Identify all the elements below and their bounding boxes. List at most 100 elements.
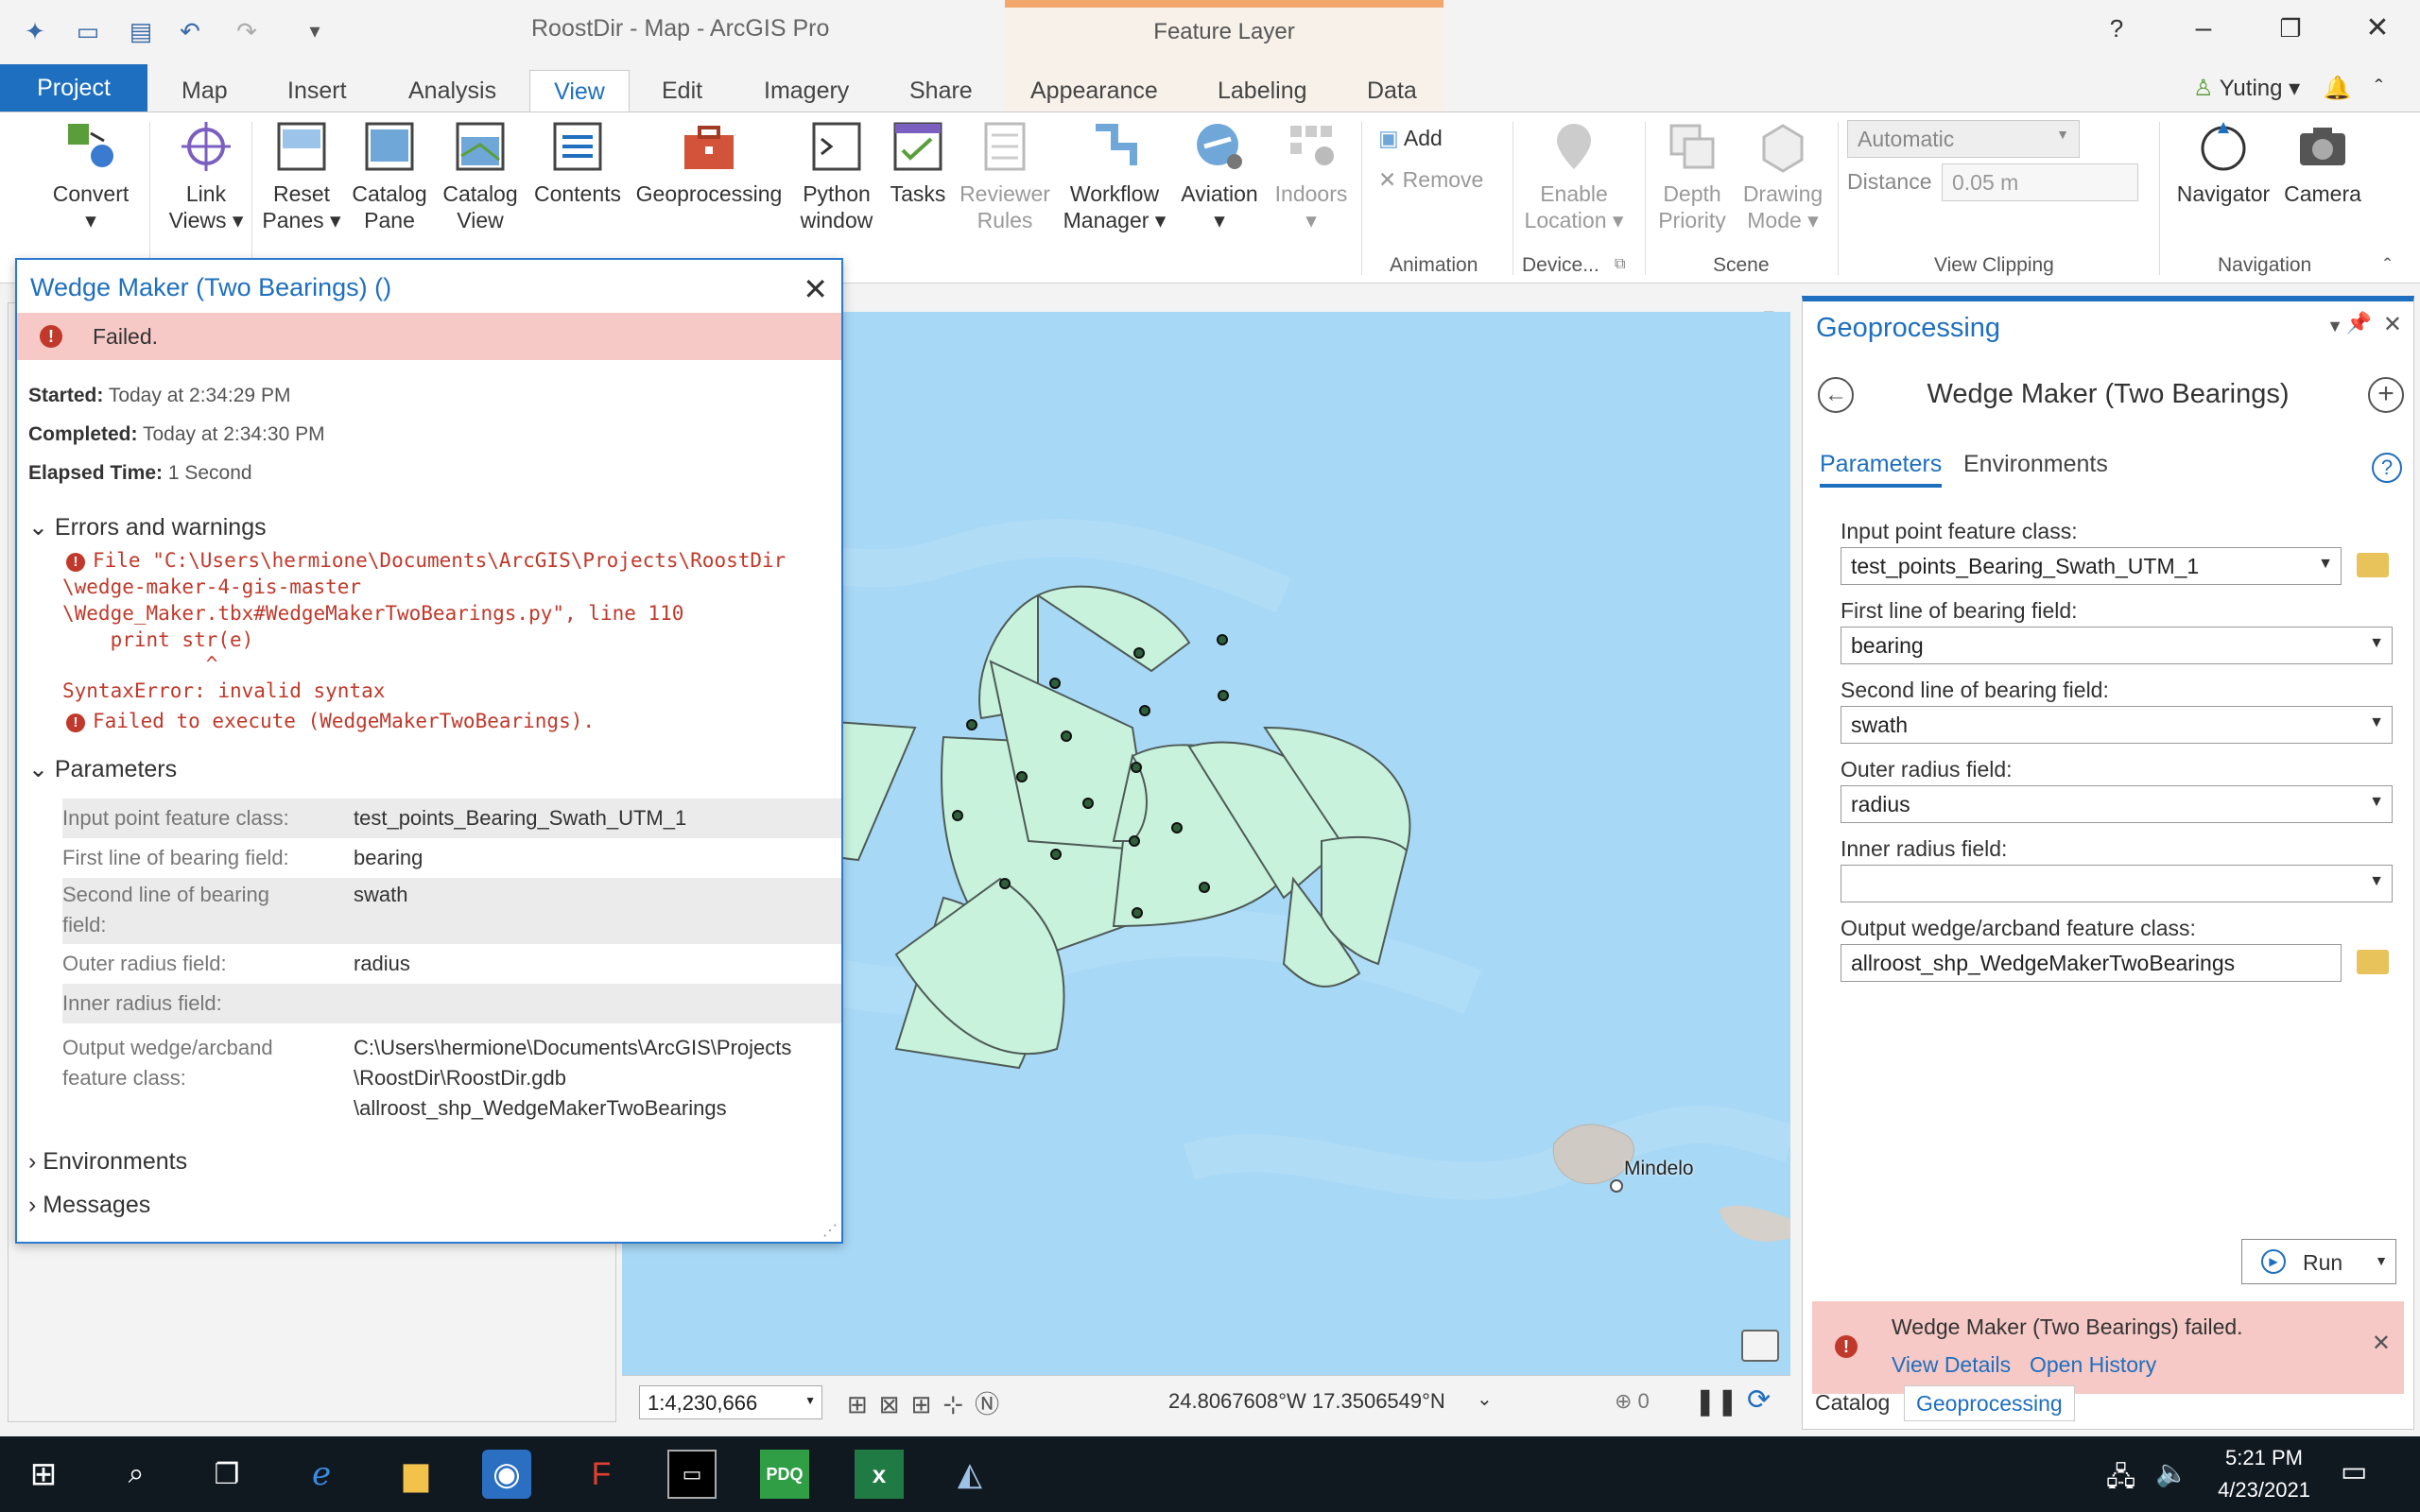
open-project-icon[interactable]: ▭ xyxy=(72,15,104,47)
aviation-button[interactable]: Aviation ▾ xyxy=(1172,118,1267,233)
environments-section-toggle[interactable]: › Environments xyxy=(28,1148,187,1176)
tab-project[interactable]: Project xyxy=(0,64,147,112)
add-icon[interactable]: + xyxy=(2368,377,2404,413)
coordinate-format-chevron-icon[interactable]: ⌄ xyxy=(1477,1387,1493,1411)
catalog-view-button[interactable]: Catalog View xyxy=(435,118,526,233)
undo-icon[interactable]: ↶ xyxy=(174,15,206,47)
python-window-button[interactable]: Python window xyxy=(790,118,883,233)
filezilla-icon[interactable]: F xyxy=(577,1450,626,1499)
run-button[interactable]: ▶ Run ▼ xyxy=(2241,1239,2396,1284)
tab-map[interactable]: Map xyxy=(168,70,241,112)
depth-priority-button[interactable]: Depth Priority xyxy=(1651,118,1734,233)
map-legend-icon[interactable] xyxy=(1741,1330,1779,1362)
indoors-button[interactable]: Indoors ▾ xyxy=(1267,118,1356,233)
pane-close-icon[interactable]: ✕ xyxy=(2383,311,2402,338)
tab-share[interactable]: Share xyxy=(896,70,986,112)
tab-edit[interactable]: Edit xyxy=(648,70,716,112)
task-view-icon[interactable]: ❐ xyxy=(202,1450,251,1499)
clipping-mode-select[interactable]: Automatic ▼ xyxy=(1847,120,2080,158)
snapping-tools[interactable]: ⊞⊠⊞⊹Ⓝ xyxy=(847,1385,1011,1420)
messages-section-toggle[interactable]: › Messages xyxy=(28,1192,150,1219)
clock-date[interactable]: 4/23/2021 xyxy=(2203,1478,2325,1503)
add-keyframe-button[interactable]: ▣ Add xyxy=(1378,126,1443,151)
network-icon[interactable]: 🖧 xyxy=(2106,1457,2135,1503)
help-icon[interactable]: ? xyxy=(2372,453,2402,483)
browse-folder-icon[interactable] xyxy=(2357,950,2389,974)
contents-button[interactable]: Contents xyxy=(527,118,628,207)
drawing-mode-button[interactable]: Drawing Mode ▾ xyxy=(1734,118,1832,233)
catalog-pane-button[interactable]: Catalog Pane xyxy=(344,118,435,233)
dialog-close-button[interactable]: ✕ xyxy=(803,271,828,307)
tasks-button[interactable]: Tasks xyxy=(883,118,953,207)
pane-menu-icon[interactable]: ▼ xyxy=(2326,317,2343,336)
arcgis-pro-icon[interactable]: ◉ xyxy=(482,1450,531,1499)
resize-grip-icon[interactable]: ⋰ xyxy=(822,1221,838,1240)
geoprocessing-button[interactable]: Geoprocessing xyxy=(631,118,786,207)
tab-catalog[interactable]: Catalog xyxy=(1804,1385,1901,1419)
second-bearing-select[interactable]: swath ▼ xyxy=(1841,706,2393,744)
reset-panes-button[interactable]: Reset Panes ▾ xyxy=(259,118,344,233)
tab-geoprocessing[interactable]: Geoprocessing xyxy=(1904,1385,2075,1421)
close-window-button[interactable]: ✕ xyxy=(2344,9,2411,47)
navigator-button[interactable]: Navigator xyxy=(2167,118,2280,207)
output-feature-class-input[interactable]: allroost_shp_WedgeMakerTwoBearings xyxy=(1841,944,2342,982)
help-button[interactable]: ? xyxy=(2083,9,2150,47)
camera-button[interactable]: Camera xyxy=(2280,118,2365,207)
new-project-icon[interactable]: ✦ xyxy=(19,15,51,47)
inner-radius-select[interactable]: ▼ xyxy=(1841,865,2393,902)
ribbon-collapse-icon[interactable]: ˆ xyxy=(2375,76,2382,101)
outer-radius-select[interactable]: radius ▼ xyxy=(1841,785,2393,823)
internet-explorer-icon[interactable]: ℯ xyxy=(297,1450,346,1499)
tab-data[interactable]: Data xyxy=(1354,70,1430,112)
close-banner-icon[interactable]: ✕ xyxy=(2372,1330,2391,1357)
user-account[interactable]: ♙ Yuting ▾ 🔔 ˆ xyxy=(2193,70,2382,108)
input-features-select[interactable]: test_points_Bearing_Swath_UTM_1 ▼ xyxy=(1841,547,2342,585)
tab-environments[interactable]: Environments xyxy=(1963,451,2108,478)
dialog-launcher-icon[interactable]: ⧉ xyxy=(1615,256,1625,273)
pdq-icon[interactable]: PDQ xyxy=(760,1450,809,1499)
distance-input[interactable]: 0.05 m xyxy=(1942,163,2138,201)
tab-labeling[interactable]: Labeling xyxy=(1204,70,1321,112)
reviewer-rules-button[interactable]: Reviewer Rules xyxy=(955,118,1055,233)
view-details-link[interactable]: View Details xyxy=(1892,1352,2011,1378)
windows-start-icon[interactable]: ⊞ xyxy=(19,1450,68,1499)
sticky-app-icon[interactable]: ◭ xyxy=(945,1450,994,1499)
failure-banner: ! Wedge Maker (Two Bearings) failed. Vie… xyxy=(1812,1301,2404,1394)
link-views-button[interactable]: Link Views ▾ xyxy=(159,118,253,233)
file-explorer-icon[interactable]: ▆ xyxy=(391,1450,441,1499)
workflow-manager-button[interactable]: Workflow Manager ▾ xyxy=(1057,118,1172,233)
tab-analysis[interactable]: Analysis xyxy=(395,70,510,112)
selected-count[interactable]: ⊕ 0 xyxy=(1615,1389,1650,1414)
pin-icon[interactable]: 📌 xyxy=(2346,311,2372,335)
chevron-down-icon[interactable]: ▼ xyxy=(2375,1253,2388,1268)
notification-icon[interactable]: 🔔 xyxy=(2324,76,2352,101)
enable-location-button[interactable]: Enable Location ▾ xyxy=(1516,118,1632,233)
tab-appearance[interactable]: Appearance xyxy=(1017,70,1171,112)
parameters-section-toggle[interactable]: ⌄ Parameters xyxy=(28,755,177,783)
tab-imagery[interactable]: Imagery xyxy=(751,70,862,112)
action-center-icon[interactable]: ▭ xyxy=(2341,1455,2367,1488)
terminal-icon[interactable]: ▭ xyxy=(667,1450,717,1499)
save-project-icon[interactable]: ▤ xyxy=(125,15,157,47)
minimize-button[interactable]: – xyxy=(2170,9,2237,47)
refresh-icon[interactable]: ⟳ xyxy=(1747,1383,1771,1417)
first-bearing-select[interactable]: bearing ▼ xyxy=(1841,627,2393,664)
collapse-ribbon-icon[interactable]: ˆ xyxy=(2384,254,2391,279)
tab-insert[interactable]: Insert xyxy=(274,70,360,112)
pause-drawing-icon[interactable]: ❚❚ xyxy=(1694,1385,1738,1417)
tab-view[interactable]: View xyxy=(529,70,630,112)
search-icon[interactable]: ⌕ xyxy=(112,1450,161,1499)
convert-button[interactable]: Convert ▾ xyxy=(43,118,138,233)
restore-button[interactable]: ❐ xyxy=(2257,9,2324,47)
clock-time[interactable]: 5:21 PM xyxy=(2212,1446,2316,1470)
open-history-link[interactable]: Open History xyxy=(2030,1352,2156,1378)
errors-section-toggle[interactable]: ⌄ Errors and warnings xyxy=(28,513,267,541)
redo-icon[interactable]: ↷ xyxy=(231,15,263,47)
volume-icon[interactable]: 🔈 xyxy=(2155,1457,2188,1488)
scale-select[interactable]: 1:4,230,666 ▼ xyxy=(639,1385,822,1419)
browse-folder-icon[interactable] xyxy=(2357,553,2389,577)
remove-keyframe-button[interactable]: ✕ Remove xyxy=(1378,167,1483,193)
tab-parameters[interactable]: Parameters xyxy=(1820,451,1943,488)
excel-icon[interactable]: x xyxy=(855,1450,904,1499)
customize-qat-icon[interactable]: ▾ xyxy=(299,15,331,47)
